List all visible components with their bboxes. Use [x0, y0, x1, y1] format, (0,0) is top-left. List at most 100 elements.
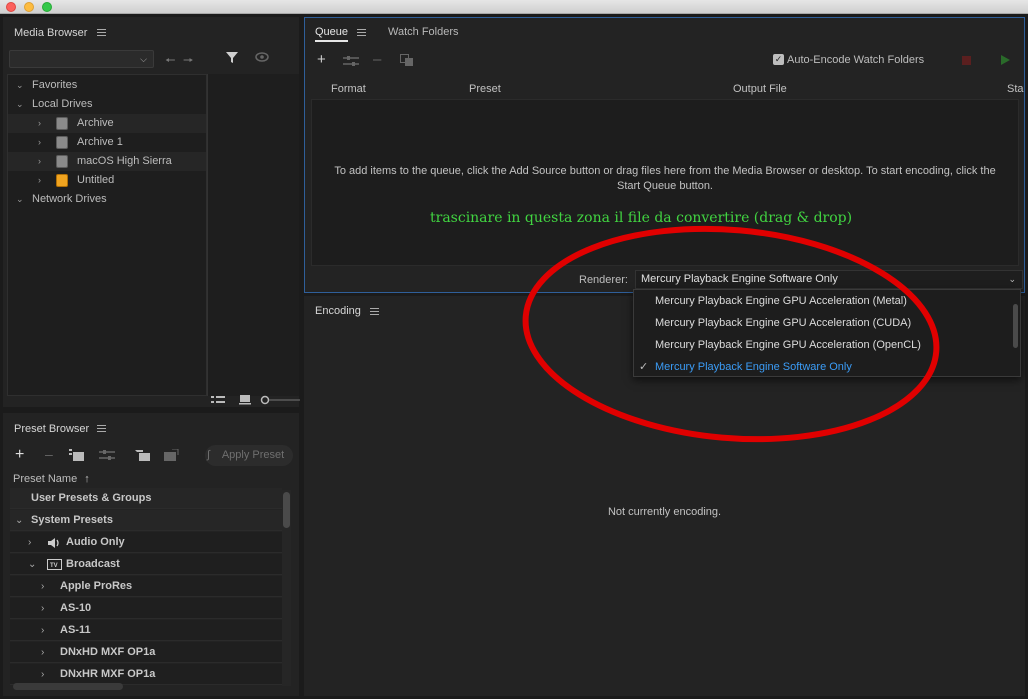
- column-output-file[interactable]: Output File: [733, 83, 787, 95]
- tree-item-archive[interactable]: › Archive: [8, 114, 206, 133]
- filter-icon[interactable]: [225, 50, 239, 67]
- tree-item-macos-high-sierra[interactable]: › macOS High Sierra: [8, 152, 206, 171]
- renderer-option-cuda[interactable]: Mercury Playback Engine GPU Acceleration…: [634, 312, 1009, 334]
- forward-arrow-icon[interactable]: 🠖: [183, 51, 194, 72]
- scrollbar-thumb[interactable]: [283, 492, 290, 528]
- chevron-right-icon: ›: [41, 581, 45, 592]
- renderer-option-software-only[interactable]: ✓ Mercury Playback Engine Software Only: [634, 356, 1009, 378]
- media-browser-title: Media Browser: [14, 27, 88, 39]
- preset-row-dnxhd[interactable]: › DNxHD MXF OP1a: [10, 642, 282, 663]
- preset-name-column-header[interactable]: Preset Name ↑: [13, 473, 90, 485]
- chevron-down-icon: ⌄: [15, 515, 24, 526]
- preset-row-system-presets[interactable]: ⌄ System Presets: [10, 510, 282, 531]
- encoding-menu-icon[interactable]: [370, 308, 379, 315]
- preset-browser-panel: Preset Browser + – ∫ Apply Preset Preset…: [3, 413, 299, 696]
- queue-empty-message: To add items to the queue, click the Add…: [334, 165, 996, 192]
- zoom-slider[interactable]: [260, 395, 300, 408]
- chevron-right-icon: ›: [38, 175, 41, 185]
- renderer-option-opencl[interactable]: Mercury Playback Engine GPU Acceleration…: [634, 334, 1009, 356]
- tab-queue[interactable]: Queue: [315, 26, 349, 42]
- zoom-window-button[interactable]: [42, 2, 52, 12]
- tab-watch-folders[interactable]: Watch Folders: [388, 26, 459, 38]
- thumbnail-view-icon[interactable]: [239, 395, 251, 408]
- column-preset[interactable]: Preset: [469, 83, 501, 95]
- tree-item-favorites[interactable]: ⌄ Favorites: [8, 76, 206, 95]
- hard-disk-icon: [56, 117, 68, 130]
- chevron-right-icon: ›: [38, 118, 41, 128]
- preset-row-as-10[interactable]: › AS-10: [10, 598, 282, 619]
- queue-column-header: Format Preset Output File Sta: [311, 80, 1025, 98]
- renderer-select[interactable]: Mercury Playback Engine Software Only ⌄: [635, 270, 1023, 289]
- preset-row-broadcast[interactable]: ⌄ TV Broadcast: [10, 554, 282, 575]
- preset-list-vertical-scrollbar[interactable]: [282, 490, 291, 686]
- chevron-down-icon: ⌄: [16, 80, 24, 90]
- remove-item-icon[interactable]: –: [373, 51, 381, 68]
- start-queue-button[interactable]: [1001, 55, 1010, 65]
- queue-menu-icon[interactable]: [357, 29, 366, 36]
- preset-row-audio-only[interactable]: › Audio Only: [10, 532, 282, 553]
- queue-panel: Queue Watch Folders + – ✓ Auto-Encode Wa…: [304, 17, 1025, 347]
- drag-drop-annotation: trascinare in questa zona il file da con…: [430, 210, 853, 226]
- media-browser-location-select[interactable]: ⌵: [9, 50, 154, 68]
- svg-text:TV: TV: [50, 563, 58, 569]
- encoding-status: Not currently encoding.: [607, 506, 722, 518]
- chevron-right-icon: ›: [41, 603, 45, 614]
- add-source-icon[interactable]: +: [317, 51, 326, 68]
- remove-preset-icon[interactable]: –: [45, 446, 53, 462]
- media-browser-panel: Media Browser ⌵ 🠔 🠖 ⌄ Favorites ⌄ Local …: [3, 17, 300, 408]
- preset-list-horizontal-scrollbar[interactable]: [13, 683, 123, 690]
- stop-queue-button[interactable]: [962, 56, 971, 65]
- queue-drop-area[interactable]: To add items to the queue, click the Add…: [311, 99, 1019, 347]
- window-titlebar: [0, 0, 1028, 14]
- back-arrow-icon[interactable]: 🠔: [165, 51, 176, 72]
- preset-browser-menu-icon[interactable]: [97, 425, 106, 432]
- new-group-icon[interactable]: [69, 449, 85, 465]
- media-browser-header: Media Browser: [3, 17, 299, 47]
- minimize-window-button[interactable]: [24, 2, 34, 12]
- media-browser-content-pane[interactable]: [207, 74, 299, 396]
- dropdown-scrollbar[interactable]: [1013, 304, 1018, 348]
- apply-preset-button[interactable]: ∫ Apply Preset: [205, 445, 293, 466]
- hard-disk-icon: [56, 136, 68, 149]
- tree-item-archive-1[interactable]: › Archive 1: [8, 133, 206, 152]
- renderer-dropdown-menu: Mercury Playback Engine GPU Acceleration…: [633, 289, 1021, 377]
- preset-row-as-11[interactable]: › AS-11: [10, 620, 282, 641]
- renderer-option-metal[interactable]: Mercury Playback Engine GPU Acceleration…: [634, 290, 1009, 312]
- chevron-down-icon: ⌄: [16, 99, 24, 109]
- preset-row-user-presets[interactable]: User Presets & Groups: [10, 488, 282, 509]
- media-browser-menu-icon[interactable]: [97, 29, 106, 36]
- preset-browser-header: Preset Browser: [3, 413, 299, 443]
- tree-item-network-drives[interactable]: ⌄ Network Drives: [8, 190, 206, 209]
- chevron-right-icon: ›: [28, 537, 32, 548]
- duplicate-item-icon[interactable]: [400, 54, 414, 71]
- list-view-icon[interactable]: [211, 395, 225, 408]
- column-status[interactable]: Sta: [1007, 83, 1024, 95]
- preset-browser-title: Preset Browser: [14, 423, 90, 435]
- tree-item-local-drives[interactable]: ⌄ Local Drives: [8, 95, 206, 114]
- preset-settings-icon[interactable]: [99, 449, 115, 465]
- hard-disk-icon: [56, 155, 68, 168]
- auto-encode-checkbox[interactable]: ✓ Auto-Encode Watch Folders: [773, 54, 924, 66]
- checkbox-checked-icon: ✓: [773, 54, 784, 65]
- queue-settings-icon[interactable]: [343, 54, 359, 71]
- preset-list: User Presets & Groups ⌄ System Presets ›…: [10, 488, 282, 688]
- preset-row-dnxhr[interactable]: › DNxHR MXF OP1a: [10, 664, 282, 685]
- chevron-right-icon: ›: [41, 669, 45, 680]
- checkmark-icon: ✓: [639, 361, 649, 373]
- view-toggle-icon[interactable]: [255, 51, 269, 66]
- import-preset-icon[interactable]: [135, 449, 151, 465]
- sort-ascending-icon: ↑: [84, 473, 90, 485]
- export-preset-icon[interactable]: [163, 448, 179, 465]
- add-preset-icon[interactable]: +: [15, 446, 24, 464]
- chevron-right-icon: ›: [41, 625, 45, 636]
- column-format[interactable]: Format: [331, 83, 366, 95]
- tree-item-untitled[interactable]: › Untitled: [8, 171, 206, 190]
- chevron-down-icon: ⌄: [16, 194, 24, 204]
- close-window-button[interactable]: [6, 2, 16, 12]
- chevron-right-icon: ›: [38, 156, 41, 166]
- media-browser-tree: ⌄ Favorites ⌄ Local Drives › Archive › A…: [7, 74, 207, 396]
- preset-row-apple-prores[interactable]: › Apple ProRes: [10, 576, 282, 597]
- chevron-down-icon: ⌵: [140, 54, 147, 64]
- chevron-down-icon: ⌄: [28, 559, 37, 570]
- encoding-title: Encoding: [315, 305, 361, 317]
